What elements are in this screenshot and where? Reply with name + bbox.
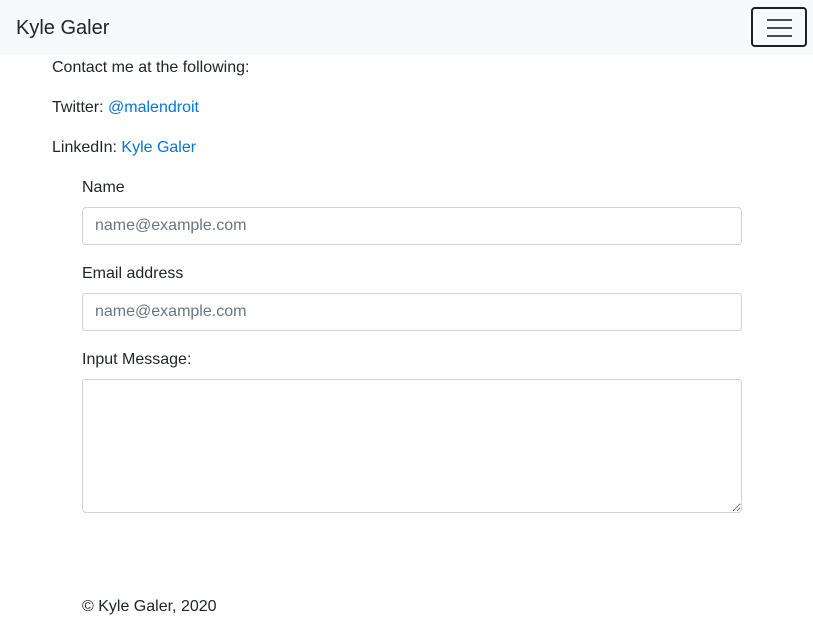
linkedin-line: LinkedIn: Kyle Galer (52, 138, 196, 158)
twitter-line: Twitter: @malendroit (52, 98, 199, 118)
contact-intro: Contact me at the following: (52, 59, 250, 76)
linkedin-link[interactable]: Kyle Galer (121, 139, 196, 156)
footer-copyright: © Kyle Galer, 2020 (82, 598, 217, 615)
email-input[interactable] (82, 293, 742, 331)
hamburger-menu-icon (767, 19, 792, 21)
navbar: Kyle Galer (0, 0, 813, 55)
twitter-label: Twitter: (52, 99, 109, 116)
navbar-toggler-button[interactable] (751, 7, 807, 47)
email-label: Email address (82, 265, 184, 282)
name-input[interactable] (82, 207, 742, 245)
message-textarea[interactable] (82, 379, 742, 513)
navbar-brand[interactable]: Kyle Galer (16, 15, 109, 41)
hamburger-menu-icon-bar (767, 27, 792, 29)
name-label: Name (82, 179, 125, 196)
message-label: Input Message: (82, 351, 192, 368)
twitter-link[interactable]: @malendroit (108, 99, 199, 116)
linkedin-label: LinkedIn: (52, 139, 122, 156)
hamburger-menu-icon-bar (767, 35, 792, 37)
